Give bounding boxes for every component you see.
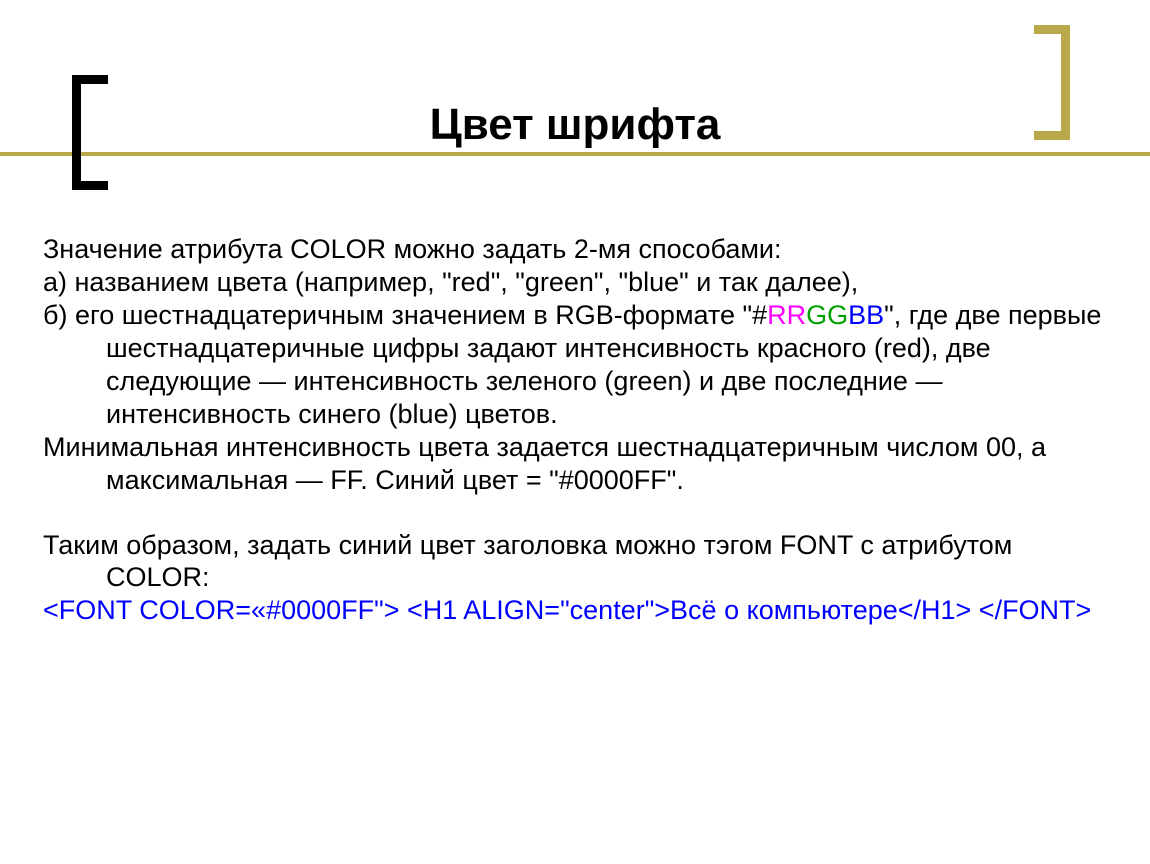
- body-content: Значение атрибута COLOR можно задать 2-м…: [43, 233, 1113, 627]
- thus-line: Таким образом, задать синий цвет заголов…: [43, 529, 1113, 595]
- code-example: <FONT COLOR=«#0000FF"> <H1 ALIGN="center…: [43, 594, 1113, 627]
- spacer: [43, 497, 1113, 529]
- min-max-line: Минимальная интенсивность цвета задается…: [43, 431, 1113, 497]
- rr-text: RR: [767, 300, 806, 330]
- option-b-prefix: б) его шестнадцатеричным значением в RGB…: [43, 300, 767, 330]
- intro-line: Значение атрибута COLOR можно задать 2-м…: [43, 233, 1113, 266]
- option-a: а) названием цвета (например, "red", "gr…: [43, 266, 1113, 299]
- bb-text: BB: [848, 300, 884, 330]
- option-b: б) его шестнадцатеричным значением в RGB…: [43, 299, 1113, 431]
- gg-text: GG: [806, 300, 848, 330]
- title-rule: [0, 152, 1150, 156]
- page-title: Цвет шрифта: [0, 100, 1150, 150]
- title-area: Цвет шрифта: [0, 0, 1150, 190]
